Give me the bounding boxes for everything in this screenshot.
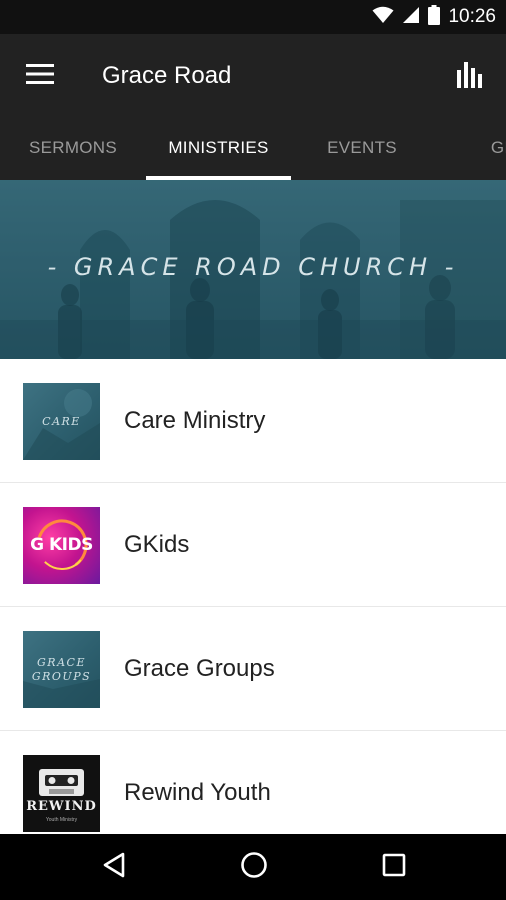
banner-title: - GRACE ROAD CHURCH - — [47, 253, 459, 281]
home-circle-icon — [240, 851, 268, 884]
wifi-icon — [372, 6, 394, 29]
banner: - GRACE ROAD CHURCH - — [0, 180, 506, 359]
bar-chart-icon — [456, 60, 484, 93]
rewind-thumbnail-subtext: Youth Ministry — [45, 817, 78, 823]
recents-button[interactable] — [372, 847, 416, 887]
home-button[interactable] — [232, 847, 276, 887]
rewind-thumbnail-text: REWIND — [26, 799, 97, 814]
care-thumbnail-text: CARE — [42, 415, 81, 428]
system-nav-bar — [0, 834, 506, 900]
grace-groups-thumbnail: GRACE GROUPS — [23, 631, 100, 708]
hamburger-menu-icon — [26, 63, 54, 90]
gkids-thumbnail-text: G KIDS — [30, 535, 93, 555]
recents-square-icon — [382, 853, 406, 882]
list-item-label: Grace Groups — [124, 655, 275, 682]
status-time: 10:26 — [448, 6, 496, 27]
status-bar: 10:26 — [0, 0, 506, 34]
stats-button[interactable] — [448, 54, 492, 98]
tab-ministries[interactable]: MINISTRIES — [146, 116, 291, 182]
list-item-grace-groups[interactable]: GRACE GROUPS Grace Groups — [0, 607, 506, 731]
status-icons: 10:26 — [372, 0, 496, 34]
list-item-gkids[interactable]: G KIDS GKids — [0, 483, 506, 607]
menu-button[interactable] — [18, 56, 62, 96]
list-item-label: GKids — [124, 531, 190, 558]
ministries-list: CARE Care Ministry G KIDS GKids GRACE GR… — [0, 359, 506, 855]
care-ministry-thumbnail: CARE — [23, 383, 100, 460]
list-item-care-ministry[interactable]: CARE Care Ministry — [0, 359, 506, 483]
app-bar: Grace Road — [0, 34, 506, 116]
tab-give[interactable]: GIV — [433, 116, 506, 182]
rewind-youth-thumbnail: REWIND Youth Ministry — [23, 755, 100, 832]
back-button[interactable] — [92, 847, 136, 887]
page-title: Grace Road — [102, 62, 232, 89]
grace-groups-thumbnail-line1: GRACE — [37, 656, 86, 669]
battery-icon — [428, 4, 441, 30]
gkids-thumbnail: G KIDS — [23, 507, 100, 584]
back-triangle-icon — [102, 852, 126, 883]
tab-events[interactable]: EVENTS — [291, 116, 433, 182]
signal-icon — [402, 6, 420, 29]
grace-groups-thumbnail-line2: GROUPS — [31, 670, 92, 683]
tab-bar: SERMONS MINISTRIES EVENTS GIV — [0, 116, 506, 182]
list-item-label: Care Ministry — [124, 407, 266, 434]
tab-sermons[interactable]: SERMONS — [0, 116, 146, 182]
screen: 10:26 Grace Road SERMONS MINISTRIES EVEN… — [0, 0, 506, 900]
